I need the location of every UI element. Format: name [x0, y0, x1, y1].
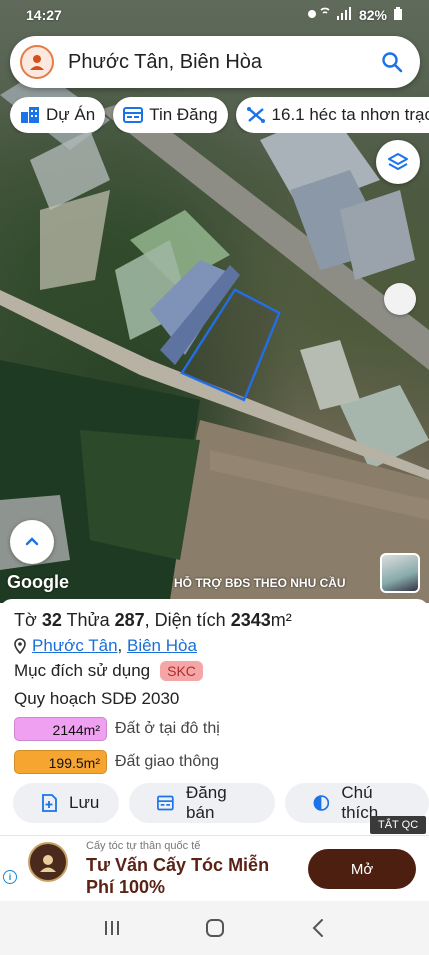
ad-banner[interactable]: i Cấy tóc tự thân quốc tế Tư Vấn Cấy Tóc… — [0, 835, 429, 901]
close-ad-button[interactable]: TẮT QC — [370, 816, 427, 834]
status-time: 14:27 — [26, 7, 62, 23]
area-value: 2343 — [230, 610, 271, 630]
ad-headline: Tư Vấn Cấy Tóc Miễn Phí 100% — [86, 855, 270, 897]
legend-row: 199.5m² Đất giao thông — [14, 750, 219, 774]
chip-du-an[interactable]: Dự Án — [10, 97, 106, 133]
usage-label: Mục đích sử dụng — [14, 661, 151, 680]
sheet-number: 32 — [41, 610, 62, 630]
listing-icon — [157, 795, 174, 811]
promo-thumbnail[interactable] — [380, 553, 420, 593]
satellite-imagery — [0, 70, 429, 603]
ad-info-icon[interactable]: i — [3, 870, 17, 884]
signal-icon — [307, 6, 353, 24]
city-link[interactable]: Biên Hòa — [127, 636, 197, 655]
legend-value: 2144m² — [14, 717, 107, 741]
search-query[interactable]: Phước Tân, Biên Hòa — [68, 51, 372, 74]
battery-icon — [393, 6, 403, 24]
building-icon — [21, 107, 39, 123]
area-prefix: , Diện tích — [144, 610, 231, 630]
usage-code-badge: SKC — [160, 661, 203, 681]
filter-chips: Dự Án Tin Đăng 16.1 héc ta nhơn trạch — [10, 97, 429, 133]
legend-value: 199.5m² — [14, 750, 107, 774]
post-sale-button[interactable]: Đăng bán — [129, 783, 275, 823]
promo-text[interactable]: HỖ TRỢ BĐS THEO NHU CẦU — [174, 576, 346, 590]
chip-label: Tin Đăng — [149, 105, 218, 124]
layers-button[interactable] — [376, 140, 420, 184]
back-icon — [312, 919, 323, 937]
action-label: Đăng bán — [186, 783, 227, 822]
plan-title: Quy hoạch SDĐ 2030 — [14, 689, 180, 708]
map-view[interactable]: 14:27 82% Phước Tân, Biên Hòa Dự Án Tin … — [0, 0, 429, 603]
home-icon — [205, 919, 224, 937]
layers-icon — [388, 153, 408, 170]
listing-icon — [123, 107, 144, 123]
action-row: Lưu Đăng bán Chú thích — [13, 783, 429, 823]
lot-prefix: Thửa — [61, 610, 115, 630]
chevron-up-icon — [25, 537, 39, 546]
recents-icon — [104, 921, 119, 935]
home-button[interactable] — [195, 908, 235, 948]
save-icon — [42, 794, 57, 812]
legend-label: Đất ở tại đô thị — [115, 720, 220, 737]
google-logo: Google — [7, 572, 69, 592]
expand-up-button[interactable] — [10, 520, 54, 564]
action-label: Lưu — [69, 793, 100, 812]
legend-icon — [313, 795, 329, 811]
chip-tin-dang[interactable]: Tin Đăng — [113, 97, 228, 133]
status-bar: 14:27 82% — [0, 0, 429, 30]
location-pin-icon — [14, 638, 26, 654]
ad-open-button[interactable]: Mở — [308, 849, 416, 889]
sheet-prefix: Tờ — [14, 610, 42, 630]
usage-row: Mục đích sử dụng SKC — [14, 661, 203, 681]
search-bar[interactable]: Phước Tân, Biên Hòa — [10, 36, 420, 88]
battery-percent: 82% — [358, 7, 387, 23]
lot-number: 287 — [114, 610, 145, 630]
parcel-address: Phước Tân, Biên Hòa — [14, 636, 197, 656]
chip-label: 16.1 héc ta nhơn trạch — [271, 105, 429, 124]
system-nav-bar — [0, 901, 429, 955]
ruler-icon — [246, 107, 265, 123]
recents-button[interactable] — [92, 908, 132, 948]
advertiser-logo — [28, 842, 68, 882]
ward-link[interactable]: Phước Tân — [32, 636, 118, 655]
chip-distance[interactable]: 16.1 héc ta nhơn trạch — [235, 97, 429, 133]
address-separator: , — [117, 636, 127, 655]
area-unit: m² — [270, 610, 292, 630]
save-button[interactable]: Lưu — [13, 783, 120, 823]
legend-row: 2144m² Đất ở tại đô thị — [14, 717, 220, 741]
search-icon[interactable] — [372, 42, 412, 82]
profile-avatar-icon[interactable] — [20, 45, 54, 79]
legend-label: Đất giao thông — [115, 753, 220, 770]
ad-subtitle: Cấy tóc tự thân quốc tế — [86, 840, 201, 852]
chip-label: Dự Án — [46, 105, 96, 124]
location-button[interactable] — [384, 283, 416, 315]
back-button[interactable] — [298, 908, 338, 948]
parcel-title: Tờ 32 Thửa 287, Diện tích 2343m² — [14, 610, 292, 631]
parcel-info-sheet: Tờ 32 Thửa 287, Diện tích 2343m² Phước T… — [0, 599, 429, 835]
